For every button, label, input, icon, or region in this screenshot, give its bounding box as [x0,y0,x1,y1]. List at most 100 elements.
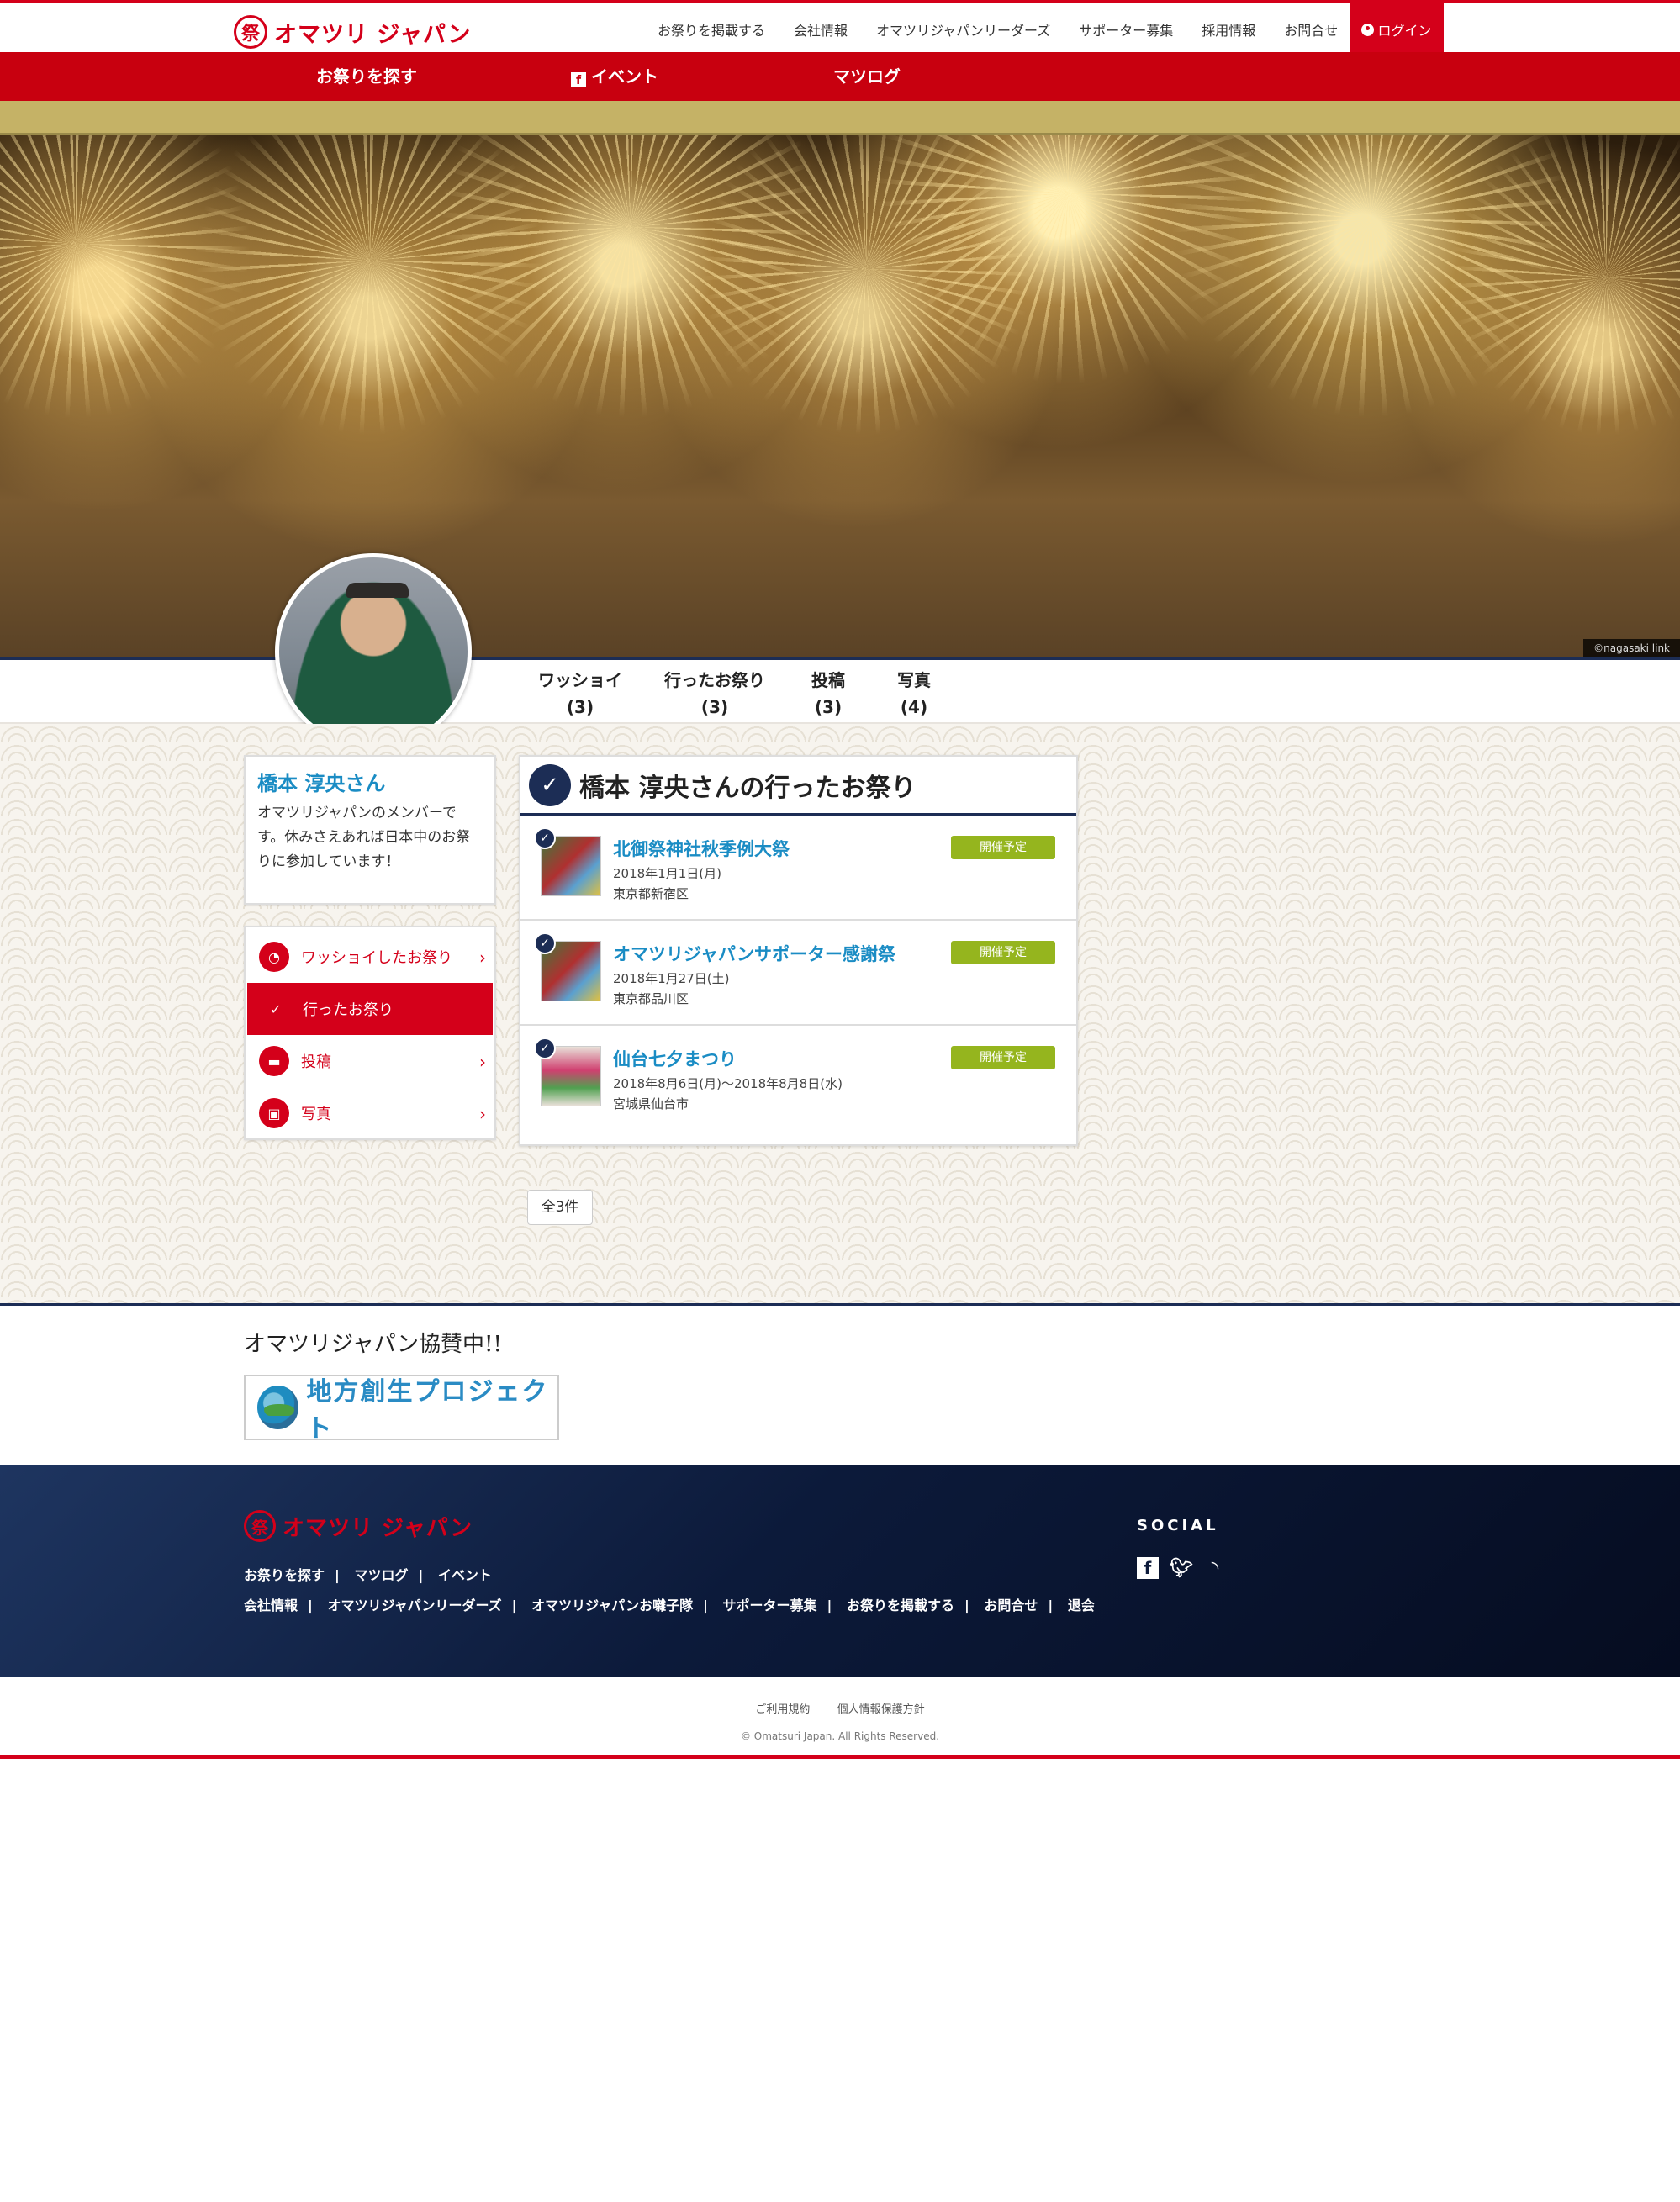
festival-date: 2018年1月1日(月) [613,866,721,881]
status-badge: 開催予定 [951,1046,1055,1069]
footer-link[interactable]: マツログ [354,1567,408,1583]
festival-item[interactable]: ✓ 仙台七夕まつり 2018年8月6日(月)～2018年8月8日(水) 宮城県仙… [520,1026,1076,1131]
wasshoi-icon: ◔ [259,942,289,972]
logo-mark-icon: 祭 [234,15,267,49]
footer-link[interactable]: サポーター募集 [723,1597,817,1613]
nav-search-festivals[interactable]: お祭りを探す [316,52,417,101]
content-divider [0,1303,1680,1306]
sponsor-banner-text: 地方創生プロジェクト [306,1377,549,1444]
festival-item[interactable]: ✓ 北御祭神社秋季例大祭 2018年1月1日(月) 東京都新宿区 開催予定 [520,816,1076,921]
site-logo[interactable]: 祭 オマツリ ジャパン [234,15,471,49]
bottom-accent-bar [0,1755,1680,1759]
check-icon: ✓ [270,1001,282,1017]
chevron-right-icon: › [479,1052,486,1072]
privacy-link[interactable]: 個人情報保護方針 [837,1703,925,1716]
footer-link[interactable]: お問合せ [984,1597,1038,1613]
tab-count: (3) [700,697,729,717]
festival-item[interactable]: ✓ オマツリジャパンサポーター感謝祭 2018年1月27日(土) 東京都品川区 … [520,921,1076,1026]
tab-label: 行ったお祭り [664,670,765,690]
tab-count: (3) [814,697,843,717]
check-icon: ✓ [534,932,556,954]
side-menu-visited[interactable]: ✓ 行ったお祭り [247,983,493,1035]
side-menu-label: ワッショイしたお祭り [301,949,452,967]
login-label: ログイン [1377,23,1432,39]
side-menu-posts[interactable]: ▬ 投稿 › [246,1035,494,1087]
gold-divider [0,101,1680,135]
topnav-leaders[interactable]: オマツリジャパンリーダーズ [876,19,1050,40]
festival-date: 2018年1月27日(土) [613,971,730,986]
side-menu-label: 行ったお祭り [303,1001,394,1019]
tab-label: 投稿 [811,670,845,690]
top-nav: お祭りを掲載する 会社情報 オマツリジャパンリーダーズ サポーター募集 採用情報… [658,3,1366,55]
footer-link[interactable]: 退会 [1068,1597,1095,1613]
footer-link[interactable]: 会社情報 [244,1597,298,1613]
festival-location: 東京都品川区 [613,991,689,1006]
comment-icon: ▬ [259,1046,289,1076]
festival-location: 東京都新宿区 [613,886,689,901]
festival-name[interactable]: 北御祭神社秋季例大祭 [613,836,790,861]
chevron-right-icon: › [479,948,486,968]
logo-text: オマツリ ジャパン [283,1515,473,1541]
topnav-company[interactable]: 会社情報 [794,19,848,40]
result-count: 全3件 [527,1190,593,1225]
globe-icon [257,1386,298,1429]
topnav-supporters[interactable]: サポーター募集 [1079,19,1173,40]
top-bar: 祭 オマツリ ジャパン お祭りを掲載する 会社情報 オマツリジャパンリーダーズ … [0,0,1680,55]
tab-count: (3) [566,697,594,717]
facebook-icon: f [571,72,586,87]
tab-posts[interactable]: 投稿 (3) [800,667,856,721]
profile-tabs: ワッショイ (3) 行ったお祭り (3) 投稿 (3) 写真 (4) [0,660,1680,724]
facebook-icon[interactable]: f [1137,1557,1159,1579]
nav-events-label: イベント [591,66,658,87]
tab-label: 写真 [897,670,931,690]
legal-links: ご利用規約 個人情報保護方針 [0,1700,1680,1716]
check-icon: ✓ [534,1038,556,1059]
festival-name[interactable]: 仙台七夕まつり [613,1046,737,1071]
user-icon [1361,23,1375,36]
nav-matsulog[interactable]: マツログ [833,52,901,101]
side-menu-photos[interactable]: ▣ 写真 › [246,1087,494,1139]
side-menu: ◔ ワッショイしたお祭り › ✓ 行ったお祭り ▬ 投稿 › ▣ 写真 › [244,926,496,1140]
footer-link[interactable]: お祭りを掲載する [847,1597,954,1613]
nav-events[interactable]: f イベント [571,52,658,101]
headband [346,583,409,598]
footer-logo[interactable]: 祭 オマツリ ジャパン [244,1510,473,1542]
photo-icon: ▣ [259,1098,289,1128]
footer-link[interactable]: オマツリジャパンリーダーズ [327,1597,501,1613]
tab-label: ワッショイ [538,670,622,690]
rss-icon[interactable]: ◝ [1204,1557,1226,1579]
festival-date: 2018年8月6日(月)～2018年8月8日(水) [613,1076,843,1091]
festival-name[interactable]: オマツリジャパンサポーター感謝祭 [613,941,895,966]
card-header: ✓ 橋本 淳央さんの行ったお祭り [520,757,1076,816]
footer-links-secondary: 会社情報 | オマツリジャパンリーダーズ | オマツリジャパンお囃子隊 | サポーター… [244,1597,1095,1613]
profile-bio: オマツリジャパンのメンバーです。休みさえあれば日本中のお祭りに参加しています！ [257,805,471,870]
photo-credit: ©nagasaki link [1583,639,1680,657]
footer-links-primary: お祭りを探す | マツログ | イベント [244,1567,492,1583]
topnav-recruit[interactable]: 採用情報 [1202,19,1255,40]
terms-link[interactable]: ご利用規約 [755,1703,810,1716]
card-title: 橋本 淳央さんの行ったお祭り [579,773,917,803]
tab-visited[interactable]: 行ったお祭り (3) [658,667,772,721]
main-nav: お祭りを探す f イベント マツログ [0,52,1680,101]
footer-link[interactable]: オマツリジャパンお囃子隊 [531,1597,693,1613]
profile-name: 橋本 淳央さん [257,772,386,795]
logo-mark-icon: 祭 [244,1510,276,1542]
copyright: © Omatsuri Japan. All Rights Reserved. [740,1730,940,1742]
twitter-icon[interactable]: 🐦︎ [1170,1557,1193,1579]
side-menu-wasshoi[interactable]: ◔ ワッショイしたお祭り › [246,931,494,983]
footer-link[interactable]: お祭りを探す [244,1567,325,1583]
sponsor-banner[interactable]: 地方創生プロジェクト [244,1375,559,1444]
login-button[interactable]: ログイン [1350,3,1444,55]
tab-photos[interactable]: 写真 (4) [886,667,942,721]
tab-count: (4) [900,697,928,717]
social-title: SOCIAL [1137,1517,1219,1534]
visited-festivals-card: ✓ 橋本 淳央さんの行ったお祭り ✓ 北御祭神社秋季例大祭 2018年1月1日(… [519,755,1078,1146]
cover-image: ©nagasaki link [0,135,1680,657]
side-menu-label: 投稿 [301,1053,331,1071]
topnav-contact[interactable]: お問合せ [1284,19,1338,40]
topnav-post-festival[interactable]: お祭りを掲載する [658,19,765,40]
check-icon: ✓ [534,827,556,849]
tab-wasshoi[interactable]: ワッショイ (3) [528,667,632,721]
footer-link[interactable]: イベント [438,1567,492,1583]
chevron-right-icon: › [479,1104,486,1124]
